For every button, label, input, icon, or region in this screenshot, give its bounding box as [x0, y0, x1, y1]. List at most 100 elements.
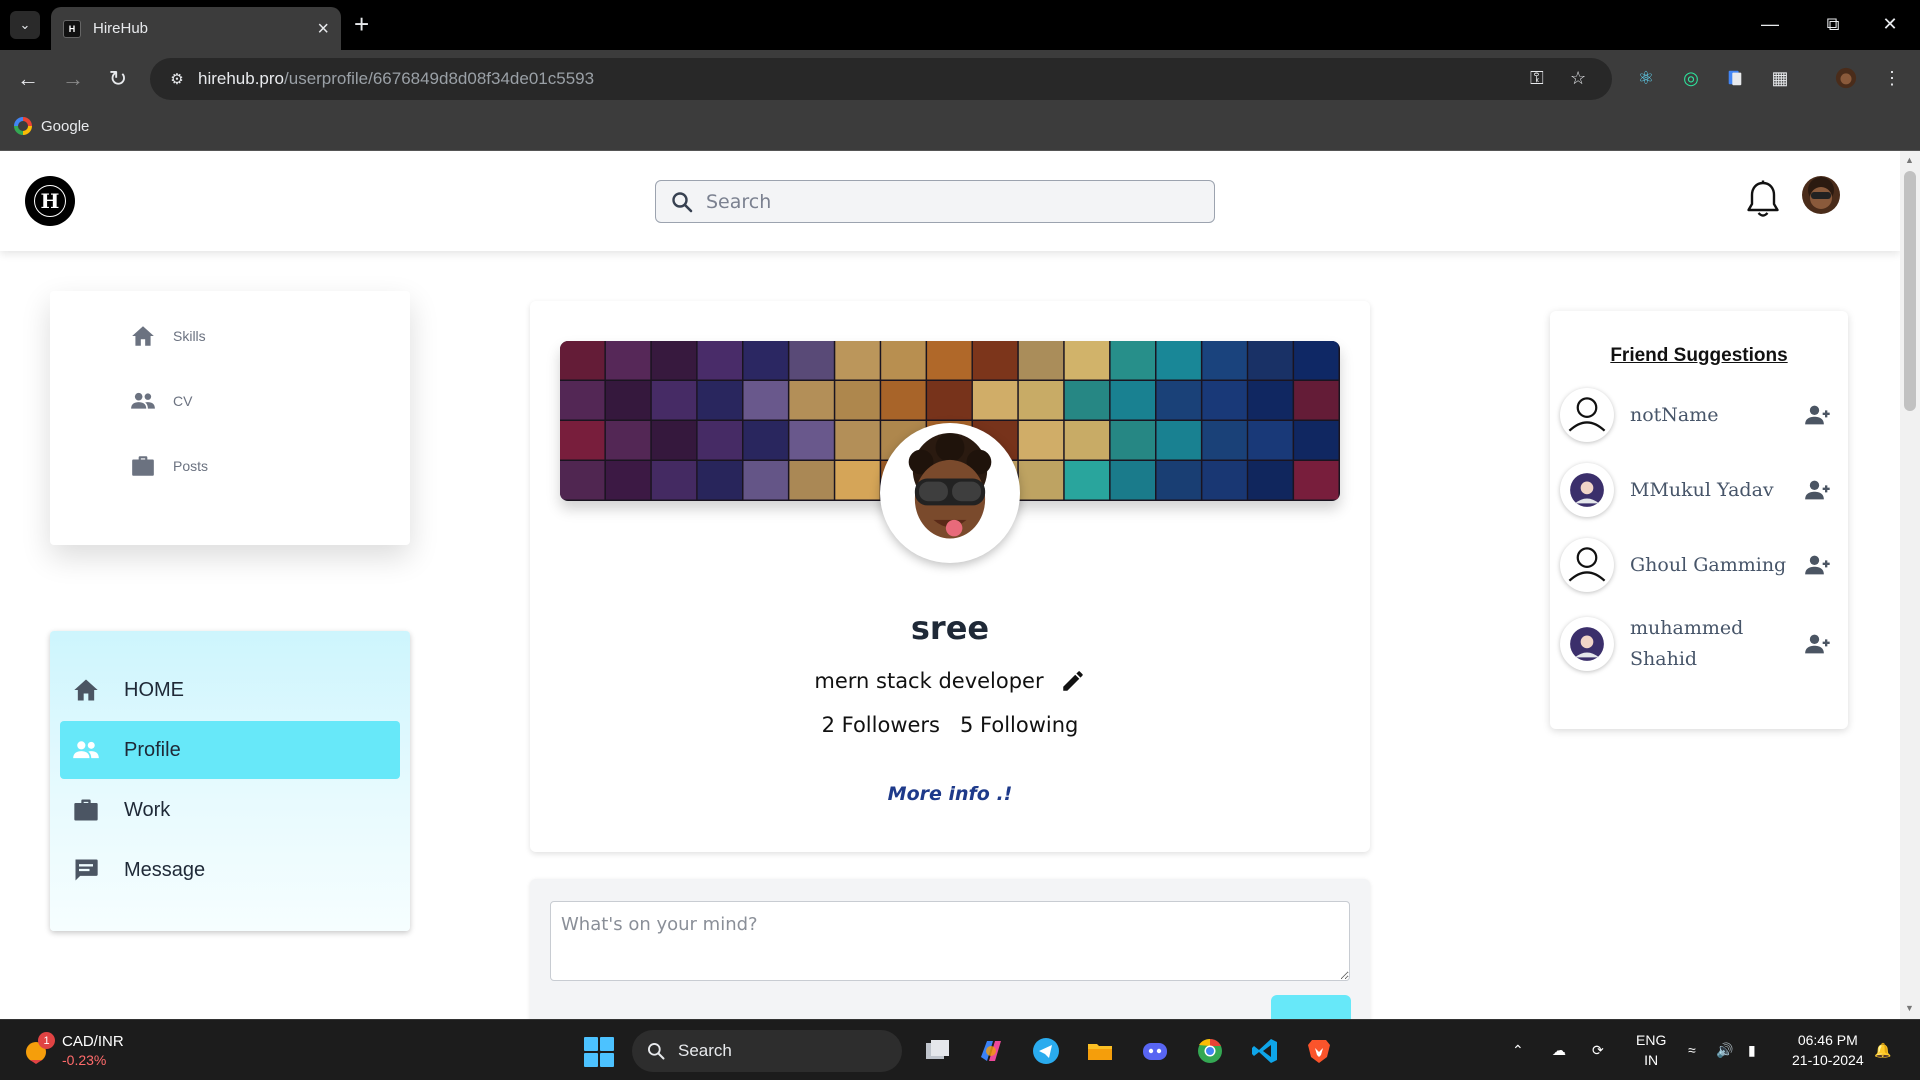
hirehub-logo[interactable]: H: [25, 176, 75, 226]
forward-button[interactable]: →: [58, 65, 88, 93]
bookmarks-bar: Google: [0, 108, 1920, 151]
react-devtools-icon[interactable]: ⚛: [1634, 66, 1658, 90]
browser-menu-icon[interactable]: ⋮: [1880, 66, 1904, 90]
sidebar-item-home[interactable]: HOME: [60, 661, 400, 719]
taskbar-search[interactable]: Search: [632, 1030, 902, 1072]
add-friend-icon[interactable]: [1804, 630, 1832, 658]
scrollbar-thumb[interactable]: [1904, 171, 1916, 411]
posts-link[interactable]: Posts: [130, 453, 208, 479]
file-explorer-icon[interactable]: [1083, 1034, 1117, 1068]
friend-suggestion-item[interactable]: MMukul Yadav: [1560, 463, 1840, 517]
browser-tab-bar: ⌄ H HireHub × + — ⧉ ✕: [0, 0, 1920, 50]
home-icon: [74, 679, 98, 701]
add-friend-icon[interactable]: [1804, 401, 1832, 429]
address-bar[interactable]: ⚙ hirehub.pro/userprofile/6676849d8d08f3…: [150, 58, 1612, 100]
profile-avatar[interactable]: [880, 423, 1020, 563]
password-key-icon[interactable]: ⚿: [1530, 68, 1544, 89]
sidebar-item-label: HOME: [124, 678, 184, 701]
sidebar-item-message[interactable]: Message: [60, 841, 400, 899]
browser-tab[interactable]: H HireHub ×: [51, 7, 341, 50]
tab-search-button[interactable]: ⌄: [10, 11, 40, 39]
sidebar-nav: HOME Profile Work Message: [50, 631, 410, 931]
friend-suggestion-item[interactable]: muhammed Shahid: [1560, 613, 1840, 675]
browser-toolbar: ← → ↻ ⚙ hirehub.pro/userprofile/6676849d…: [0, 50, 1920, 108]
friend-suggestion-item[interactable]: notName: [1560, 388, 1840, 442]
onedrive-icon[interactable]: ☁: [1552, 1040, 1566, 1060]
bookmark-google[interactable]: Google: [14, 117, 89, 135]
show-hidden-icons[interactable]: ⌃: [1512, 1040, 1524, 1060]
volume-icon[interactable]: 🔊: [1716, 1040, 1733, 1060]
following-count[interactable]: 5 Following: [960, 713, 1078, 737]
file-copy-icon[interactable]: [920, 1034, 954, 1068]
add-friend-icon[interactable]: [1804, 551, 1832, 579]
user-avatar[interactable]: [1802, 176, 1840, 214]
friend-name[interactable]: notName: [1630, 400, 1790, 431]
stock-ticker-icon: 1: [24, 1032, 55, 1064]
minimize-button[interactable]: —: [1750, 10, 1790, 38]
sidebar-item-label: Profile: [124, 738, 181, 761]
post-textarea[interactable]: [550, 901, 1350, 981]
notification-bell-icon[interactable]: [1745, 179, 1781, 221]
posts-label: Posts: [173, 458, 209, 474]
sidebar-item-profile[interactable]: Profile: [60, 721, 400, 779]
notification-center-icon[interactable]: 🔔: [1874, 1040, 1891, 1060]
browser-profile-avatar[interactable]: [1834, 66, 1858, 90]
discord-icon[interactable]: [1138, 1034, 1172, 1068]
reload-button[interactable]: ↻: [103, 65, 133, 93]
ticker-widget[interactable]: 1 CAD/INR -0.23%: [24, 1032, 124, 1070]
followers-count[interactable]: 2 Followers: [822, 713, 940, 737]
skills-link[interactable]: Skills: [130, 323, 206, 349]
follow-stats: 2 Followers 5 Following: [530, 713, 1370, 737]
page-scrollbar[interactable]: ▲ ▼: [1900, 151, 1920, 1019]
back-button[interactable]: ←: [13, 65, 43, 93]
friend-name[interactable]: MMukul Yadav: [1630, 475, 1790, 506]
post-submit-button[interactable]: [1271, 995, 1351, 1019]
language-code: ENG: [1636, 1032, 1667, 1048]
briefcase-icon: [74, 799, 98, 821]
extension-circle-icon[interactable]: ◎: [1679, 66, 1703, 90]
windows-start-icon[interactable]: [584, 1037, 614, 1067]
scroll-up-icon[interactable]: ▲: [1905, 155, 1914, 165]
briefcase-icon: [132, 456, 154, 476]
friend-name[interactable]: Ghoul Gamming: [1630, 550, 1790, 581]
ticker-name: CAD/INR: [62, 1033, 124, 1050]
home-icon: [132, 326, 154, 346]
battery-icon[interactable]: ▮: [1748, 1040, 1756, 1060]
restore-button[interactable]: ⧉: [1813, 10, 1853, 38]
sidebar-item-work[interactable]: Work: [60, 781, 400, 839]
brave-icon[interactable]: [1302, 1034, 1336, 1068]
friend-name[interactable]: muhammed Shahid: [1630, 613, 1790, 675]
profile-bio: mern stack developer: [814, 669, 1044, 693]
new-tab-button[interactable]: +: [354, 10, 369, 38]
close-window-button[interactable]: ✕: [1870, 10, 1910, 38]
friend-suggestion-item[interactable]: Ghoul Gamming: [1560, 538, 1840, 592]
copilot-icon[interactable]: [974, 1034, 1008, 1068]
friend-avatar-photo: [1560, 617, 1614, 671]
memoji-avatar-icon: [908, 433, 992, 539]
clock[interactable]: 06:46 PM 21-10-2024: [1792, 1030, 1864, 1070]
chrome-icon[interactable]: [1193, 1034, 1227, 1068]
extension-docs-icon[interactable]: [1723, 66, 1747, 90]
clock-time: 06:46 PM: [1797, 1032, 1858, 1048]
cv-link[interactable]: CV: [130, 388, 192, 414]
vscode-icon[interactable]: [1248, 1034, 1282, 1068]
skills-label: Skills: [173, 328, 206, 344]
sync-icon[interactable]: ⟳: [1592, 1040, 1604, 1060]
scroll-down-icon[interactable]: ▼: [1905, 1003, 1914, 1013]
extensions-puzzle-icon[interactable]: ▦: [1768, 66, 1792, 90]
search-icon: [648, 1043, 665, 1060]
edit-pencil-icon[interactable]: [1060, 668, 1086, 694]
telegram-icon[interactable]: [1029, 1034, 1063, 1068]
site-info-icon[interactable]: ⚙: [160, 70, 194, 88]
site-search[interactable]: [655, 180, 1215, 223]
more-info-link[interactable]: More info .!: [530, 783, 1370, 805]
search-icon: [672, 191, 693, 212]
language-indicator[interactable]: ENG IN: [1636, 1030, 1666, 1070]
wifi-icon[interactable]: ≈: [1688, 1040, 1696, 1060]
add-friend-icon[interactable]: [1804, 476, 1832, 504]
search-input[interactable]: [706, 190, 1186, 213]
friend-suggestions-card: Friend Suggestions notName MMukul Yadav Gh…: [1550, 311, 1848, 729]
bookmark-star-icon[interactable]: ☆: [1570, 68, 1586, 89]
tab-close-icon[interactable]: ×: [317, 19, 329, 39]
tab-favicon-icon: H: [63, 19, 81, 38]
